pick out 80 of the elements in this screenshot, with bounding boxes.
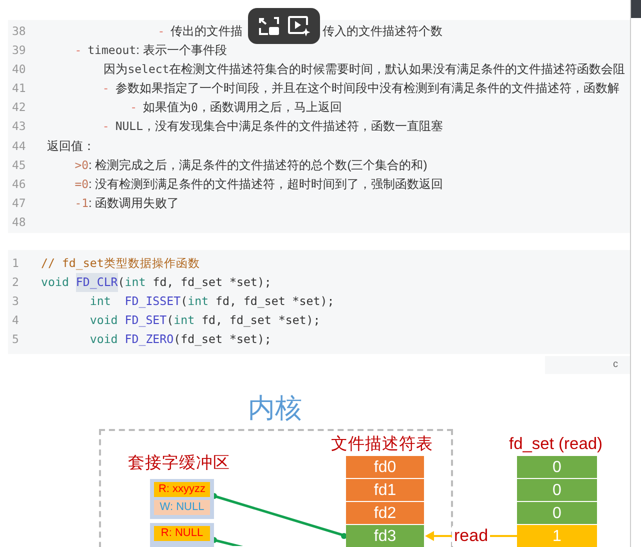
return-value: -1 <box>74 194 89 212</box>
section-label: 套接字缓冲区 <box>128 454 230 472</box>
code-keyword: int <box>174 312 195 330</box>
line-number: 40 <box>11 61 27 78</box>
bullet-dash: - <box>74 42 82 60</box>
read-buffer: R: NULL <box>154 526 210 542</box>
bullet-dash: - <box>101 118 110 136</box>
function-name: FD_CLR <box>76 273 118 292</box>
line-number: 45 <box>11 156 27 174</box>
function-name: FD_ISSET <box>124 293 181 310</box>
code-keyword: void <box>88 312 119 330</box>
note-text: 传入的文件描述符个数 <box>322 23 443 40</box>
write-buffer: W: NULL <box>154 500 210 516</box>
line-number: 2 <box>11 274 20 292</box>
code-keyword: void <box>41 274 70 292</box>
note-text: : 函数调用失败了 <box>88 194 180 212</box>
picture-in-picture-icon[interactable] <box>258 16 280 36</box>
function-name: FD_SET <box>124 312 167 330</box>
code-comment: // fd_set类型数据操作函数 <box>41 255 200 272</box>
bullet-dash: - <box>156 23 165 40</box>
code-text: fd, fd_set *set); <box>200 312 320 330</box>
note-text: 参数如果指定了一个时间段，并且在这个时间段中没有检测到有满足条件的文件描述符，函数解 <box>115 80 620 98</box>
line-number: 47 <box>11 194 27 212</box>
note-text: 传出的文件描 <box>170 23 243 40</box>
code-text: ( <box>166 312 174 330</box>
table-cell: fd2 <box>346 502 424 526</box>
line-number: 38 <box>11 23 27 40</box>
note-text: : 检测完成之后，满足条件的文件描述符的总个数(三个集合的和) <box>88 156 428 174</box>
section-label: 文件描述符表 <box>331 435 433 454</box>
note-text: 在检测文件描述符集合的时候需要时间，默认如果没有满足条件的文件描述符函数会阻 <box>169 61 626 78</box>
code-keyword: int <box>88 293 112 310</box>
table-cell: 0 <box>517 479 597 502</box>
line-number: 42 <box>11 99 27 116</box>
note-text: : 表示一个事件段 <box>136 42 227 60</box>
code-text: ( <box>180 293 188 310</box>
code-term: timeout <box>88 42 136 60</box>
return-value: >0 <box>74 156 89 174</box>
bullet-dash: - <box>129 99 138 116</box>
line-number: 3 <box>11 293 20 310</box>
code-text: ( <box>118 274 125 292</box>
diagram-title: 内核 <box>248 394 302 424</box>
table-cell: fd1 <box>346 479 424 502</box>
section-label: fd_set (read) <box>509 435 603 454</box>
read-buffer: R: xxyyzz <box>154 482 210 498</box>
code-text: fd, fd_set *set); <box>152 274 272 292</box>
note-text: 返回值： <box>47 138 95 155</box>
language-tab[interactable]: c <box>545 356 630 374</box>
table-cell: fd3 <box>346 525 424 547</box>
code-term: NULL <box>115 118 144 136</box>
table-cell: 0 <box>517 456 597 480</box>
line-number: 1 <box>11 255 20 272</box>
code-keyword: int <box>188 293 209 310</box>
code-keyword: int <box>124 274 146 292</box>
table-cell: 1 <box>517 525 597 547</box>
function-name: FD_ZERO <box>124 331 174 348</box>
bullet-dash: - <box>101 80 110 98</box>
line-number: 48 <box>11 214 27 231</box>
table-cell: fd0 <box>346 456 424 480</box>
note-text: ，函数调用之后，马上返回 <box>198 99 342 116</box>
code-keyword: void <box>88 331 119 348</box>
note-text: : 没有检测到满足条件的文件描述符，超时时间到了，强制函数返回 <box>88 176 444 193</box>
line-number: 5 <box>11 331 20 348</box>
video-play-icon[interactable] <box>286 15 310 37</box>
line-number: 39 <box>11 42 27 60</box>
code-term: 0 <box>191 99 198 116</box>
code-text: fd, fd_set *set); <box>214 293 334 310</box>
arrow-label: read <box>452 526 490 546</box>
line-number: 44 <box>11 138 27 155</box>
note-text: 因为 <box>102 61 128 78</box>
table-cell: 0 <box>517 502 597 526</box>
line-number: 4 <box>11 312 20 330</box>
note-text: 如果值为 <box>143 99 192 116</box>
return-value: =0 <box>74 176 89 193</box>
code-term: select <box>128 61 170 78</box>
code-text: (fd_set *set); <box>174 331 272 348</box>
line-number: 43 <box>11 118 27 136</box>
line-number: 46 <box>11 176 27 193</box>
side-panel-header <box>631 0 641 18</box>
note-text: ，没有发现集合中满足条件的文件描述符，函数一直阻塞 <box>143 118 444 136</box>
line-number: 41 <box>11 80 27 98</box>
